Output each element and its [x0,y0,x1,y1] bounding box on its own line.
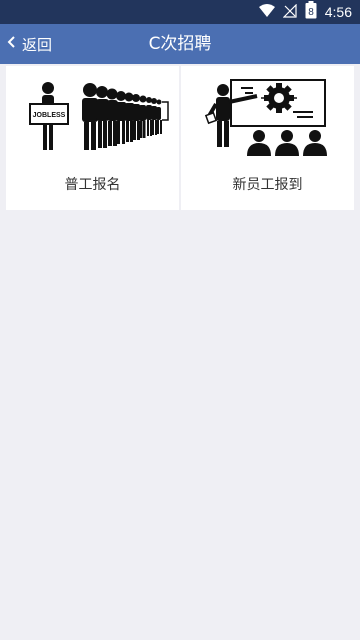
status-bar: 8 4:56 [0,0,360,24]
clock: 4:56 [324,4,352,20]
app-bar: C次招聘 返回 [0,24,360,64]
worker-signup-card[interactable]: JOBLESS 普工报名 [6,66,179,210]
jobless-sign-text: JOBLESS [33,112,66,119]
page-title: C次招聘 [148,34,212,54]
presentation-illustration [204,79,327,156]
back-label: 返回 [22,35,53,54]
menu-grid: JOBLESS 普工报名 新员工报到 [6,66,354,210]
no-signal-icon [282,3,297,22]
job-queue-illustration: JOBLESS [29,82,169,150]
worker-signup-label: 普工报名 [64,177,121,193]
chevron-left-icon [6,35,18,53]
new-employee-checkin-card[interactable]: 新员工报到 [181,66,354,210]
battery-level: 8 [308,7,314,18]
wifi-icon [258,3,275,22]
gear-icon [264,83,294,113]
battery-icon: 8 [305,1,317,23]
back-button[interactable]: 返回 [6,24,52,64]
new-employee-checkin-label: 新员工报到 [232,177,303,193]
